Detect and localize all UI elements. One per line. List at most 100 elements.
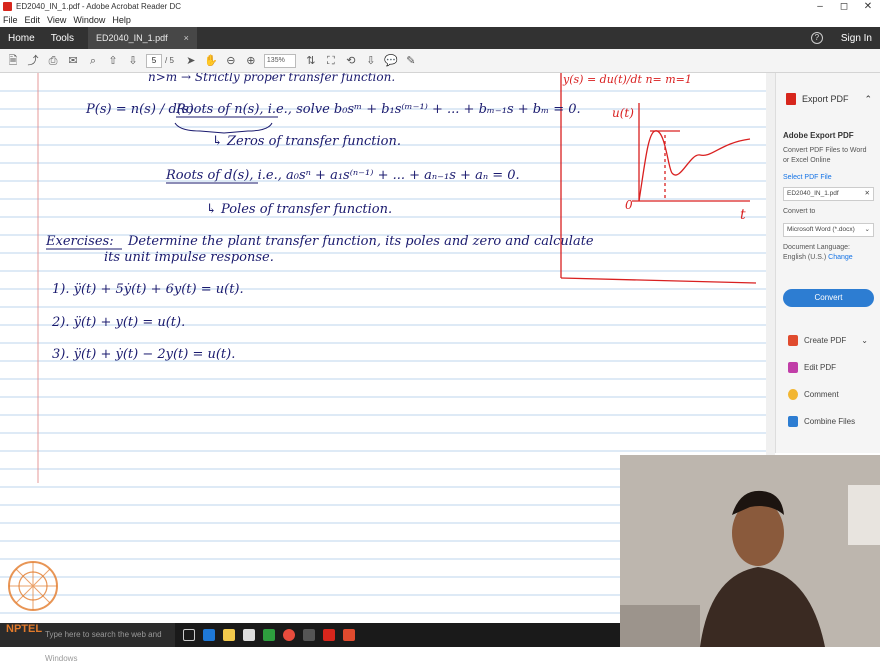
task-view-icon[interactable]: [183, 629, 195, 641]
create-pdf-icon: [788, 335, 798, 346]
acrobat-icon: [3, 2, 12, 11]
webcam-video: [620, 455, 880, 647]
export-pdf-header[interactable]: Export PDF ⌃: [776, 73, 880, 105]
presentation-app-icon[interactable]: [343, 629, 355, 641]
close-tab-icon[interactable]: ×: [184, 33, 189, 43]
next-page-icon[interactable]: ⇩: [126, 54, 140, 68]
combine-files-tool[interactable]: Combine Files: [776, 408, 880, 435]
graph-ylabel: u(t): [612, 106, 634, 120]
menu-window[interactable]: Window: [73, 15, 105, 25]
convert-to-value: Microsoft Word (*.docx): [787, 226, 855, 233]
export-pdf-icon: [786, 93, 796, 105]
document-tab-label: ED2040_IN_1.pdf: [96, 33, 168, 43]
taskbar-app-icon[interactable]: [303, 629, 315, 641]
page-total: / 5: [165, 56, 174, 65]
adobe-export-title: Adobe Export PDF: [783, 131, 854, 140]
change-language-link[interactable]: Change: [828, 254, 853, 261]
instructor-video-frame: [620, 455, 880, 647]
comment-icon: [788, 389, 798, 400]
note-exercise-label: Exercises:: [45, 234, 114, 249]
pen-icon[interactable]: ✎: [404, 54, 418, 68]
edit-pdf-label: Edit PDF: [804, 363, 837, 372]
note-poles: ↳ Poles of transfer function.: [206, 202, 392, 217]
rotate-icon[interactable]: ⟲: [344, 54, 358, 68]
select-pdf-link[interactable]: Select PDF File: [783, 174, 874, 181]
graph-top-text: y(s) = du(t)/dt n= m=1: [562, 73, 692, 86]
upload-icon[interactable]: ⤴: [26, 54, 40, 68]
save-icon[interactable]: 🗎: [6, 54, 20, 68]
help-icon[interactable]: ?: [810, 32, 823, 44]
nptel-logo: [8, 561, 58, 611]
nptel-label: NPTEL: [6, 623, 43, 635]
hand-tool-icon[interactable]: ✋: [204, 54, 218, 68]
close-button[interactable]: ✕: [856, 0, 880, 13]
adobe-export-description: Convert PDF Files to Word or Excel Onlin…: [783, 147, 867, 164]
note-roots-n: Roots of n(s), i.e., solve b₀sᵐ + b₁s⁽ᵐ⁻…: [175, 102, 581, 117]
selected-file-name: ED2040_IN_1.pdf: [787, 190, 839, 197]
page-number-input[interactable]: 5: [146, 53, 162, 68]
convert-to-select[interactable]: Microsoft Word (*.docx) ⌄: [783, 223, 874, 237]
print-icon[interactable]: ⎙: [46, 54, 60, 68]
convert-to-label: Convert to: [783, 208, 816, 215]
email-icon[interactable]: ✉: [66, 54, 80, 68]
file-explorer-icon[interactable]: [223, 629, 235, 641]
prev-page-icon[interactable]: ⇧: [106, 54, 120, 68]
acrobat-taskbar-icon[interactable]: [323, 629, 335, 641]
comment-icon[interactable]: 💬: [384, 54, 398, 68]
note-equation-2: 2). ÿ(t) + y(t) = u(t).: [51, 315, 185, 330]
tab-bar: Home Tools ED2040_IN_1.pdf × ? Sign In: [0, 27, 880, 49]
toolbar: 🗎 ⤴ ⎙ ✉ ⌕ ⇧ ⇩ 5 / 5 ➤ ✋ ⊖ ⊕ 135% ⇅ ⛶ ⟲ ⇩…: [0, 49, 880, 73]
create-pdf-label: Create PDF: [804, 336, 847, 345]
note-equation-3: 3). ÿ(t) + ẏ(t) − 2y(t) = u(t).: [52, 347, 235, 362]
menu-help[interactable]: Help: [112, 15, 131, 25]
edge-icon[interactable]: [203, 629, 215, 641]
zoom-in-icon[interactable]: ⊕: [244, 54, 258, 68]
edit-pdf-icon: [788, 362, 798, 373]
note-exercise-text-2: its unit impulse response.: [104, 250, 274, 265]
chrome-icon[interactable]: [283, 629, 295, 641]
response-plot: [632, 103, 751, 202]
store-icon[interactable]: [243, 629, 255, 641]
title-bar: ED2040_IN_1.pdf - Adobe Acrobat Reader D…: [0, 0, 880, 13]
red-graph-box: [560, 73, 757, 284]
convert-button[interactable]: Convert: [783, 289, 874, 307]
menu-bar: File Edit View Window Help: [0, 13, 880, 27]
chevron-up-icon[interactable]: ⌃: [864, 94, 872, 105]
note-zeros: ↳ Zeros of transfer function.: [212, 134, 401, 149]
tab-document[interactable]: ED2040_IN_1.pdf ×: [88, 27, 197, 49]
edit-pdf-tool[interactable]: Edit PDF: [776, 354, 880, 381]
create-pdf-tool[interactable]: Create PDF ⌄: [776, 327, 880, 354]
comment-tool[interactable]: Comment: [776, 381, 880, 408]
tab-tools[interactable]: Tools: [43, 33, 82, 44]
full-screen-icon[interactable]: ⛶: [324, 54, 338, 68]
green-app-icon[interactable]: [263, 629, 275, 641]
note-top-line: n>m → Strictly proper transfer function.: [148, 73, 395, 84]
comment-label: Comment: [804, 390, 839, 399]
maximize-button[interactable]: ◻: [832, 0, 856, 13]
selected-file-field[interactable]: ED2040_IN_1.pdf ✕: [783, 187, 874, 201]
language-value: English (U.S.): [783, 254, 827, 261]
fit-page-icon[interactable]: ⇅: [304, 54, 318, 68]
menu-edit[interactable]: Edit: [25, 15, 41, 25]
menu-file[interactable]: File: [3, 15, 18, 25]
remove-file-icon[interactable]: ✕: [865, 188, 870, 200]
export-pdf-label: Export PDF: [802, 94, 849, 104]
zoom-out-icon[interactable]: ⊖: [224, 54, 238, 68]
search-icon[interactable]: ⌕: [86, 54, 100, 68]
note-exercise-text: Determine the plant transfer function, i…: [127, 234, 594, 249]
select-tool-icon[interactable]: ➤: [184, 54, 198, 68]
chevron-down-icon: ⌄: [864, 226, 870, 233]
sign-in-button[interactable]: Sign In: [841, 33, 872, 44]
windows-taskbar: Type here to search the web and Windows: [0, 623, 620, 663]
scroll-mode-icon[interactable]: ⇩: [364, 54, 378, 68]
window-title: ED2040_IN_1.pdf - Adobe Acrobat Reader D…: [16, 2, 181, 11]
combine-files-label: Combine Files: [804, 417, 856, 426]
note-roots-d: Roots of d(s), i.e., a₀sⁿ + a₁s⁽ⁿ⁻¹⁾ + .…: [165, 168, 520, 183]
graph-xlabel: t: [740, 207, 746, 223]
minimize-button[interactable]: –: [808, 0, 832, 13]
tab-home[interactable]: Home: [0, 33, 43, 44]
menu-view[interactable]: View: [47, 15, 66, 25]
window-controls: – ◻ ✕: [808, 0, 880, 13]
zoom-select[interactable]: 135%: [263, 53, 296, 68]
document-language-label: Document Language:: [783, 244, 850, 251]
